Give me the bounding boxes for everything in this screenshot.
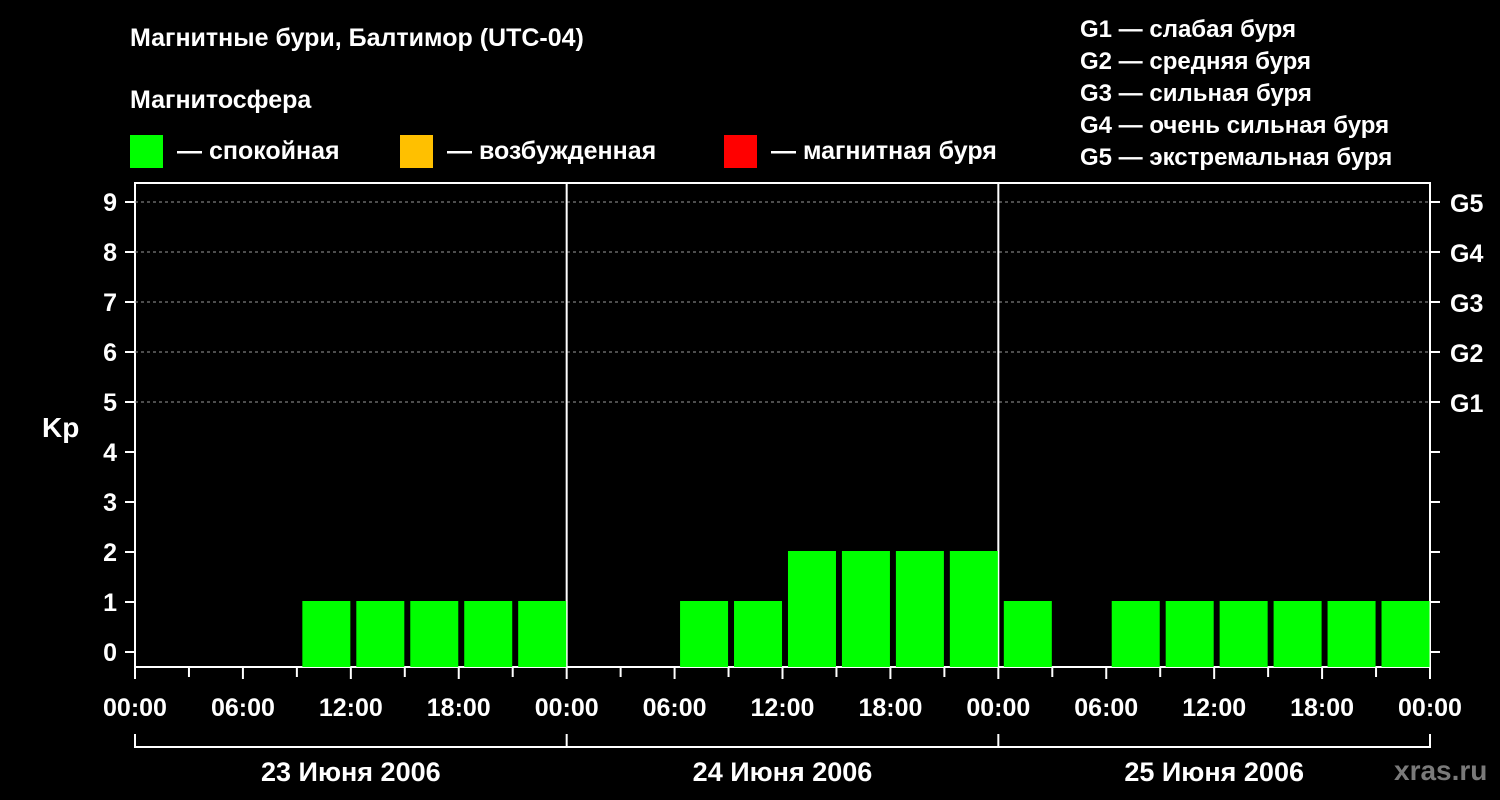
kp-bar bbox=[356, 601, 405, 667]
y-tick-label: 8 bbox=[103, 239, 117, 267]
y-tick-label: 4 bbox=[103, 439, 117, 467]
kp-bar bbox=[1327, 601, 1376, 667]
kp-bar bbox=[680, 601, 729, 667]
x-tick-label: 18:00 bbox=[1290, 694, 1354, 722]
kp-bar bbox=[1165, 601, 1214, 667]
g-level-label: G1 bbox=[1450, 390, 1483, 418]
x-tick-label: 00:00 bbox=[966, 694, 1030, 722]
plot-frame bbox=[134, 182, 1431, 668]
y-tick-label: 9 bbox=[103, 189, 117, 217]
g-level-label: G2 bbox=[1450, 340, 1483, 368]
g-level-label: G4 bbox=[1450, 240, 1483, 268]
kp-bar bbox=[1381, 601, 1430, 667]
x-tick-label: 12:00 bbox=[1182, 694, 1246, 722]
y-tick-label: 7 bbox=[103, 289, 117, 317]
g-level-label: G5 bbox=[1450, 190, 1483, 218]
kp-bar bbox=[895, 551, 944, 667]
y-tick-label: 6 bbox=[103, 339, 117, 367]
g-level-label: G3 bbox=[1450, 290, 1483, 318]
kp-bar bbox=[787, 551, 836, 667]
kp-bar bbox=[1003, 601, 1052, 667]
kp-bar bbox=[302, 601, 351, 667]
kp-bar bbox=[841, 551, 890, 667]
day-label: 25 Июня 2006 bbox=[1124, 757, 1304, 787]
x-tick-label: 06:00 bbox=[211, 694, 275, 722]
y-tick-label: 5 bbox=[103, 389, 117, 417]
y-tick-label: 1 bbox=[103, 589, 117, 617]
watermark: xras.ru bbox=[1394, 755, 1488, 786]
x-tick-label: 00:00 bbox=[1398, 694, 1462, 722]
x-tick-label: 18:00 bbox=[427, 694, 491, 722]
kp-bar bbox=[518, 601, 567, 667]
kp-bar bbox=[1111, 601, 1160, 667]
y-tick-label: 0 bbox=[103, 639, 117, 667]
kp-bar bbox=[1219, 601, 1268, 667]
x-tick-label: 06:00 bbox=[643, 694, 707, 722]
kp-bar bbox=[410, 601, 459, 667]
x-tick-label: 00:00 bbox=[103, 694, 167, 722]
kp-bar bbox=[464, 601, 513, 667]
y-tick-label: 2 bbox=[103, 539, 117, 567]
day-label: 23 Июня 2006 bbox=[261, 757, 441, 787]
y-tick-label: 3 bbox=[103, 489, 117, 517]
kp-bar bbox=[949, 551, 998, 667]
x-tick-label: 12:00 bbox=[751, 694, 815, 722]
x-tick-label: 18:00 bbox=[858, 694, 922, 722]
day-label: 24 Июня 2006 bbox=[693, 757, 873, 787]
x-tick-label: 12:00 bbox=[319, 694, 383, 722]
x-tick-label: 06:00 bbox=[1074, 694, 1138, 722]
kp-chart: 0 1 2 3 4 5 6 7 8 9 G1 G2 G3 G4 G5 00:00 06:00 12:00 18:00… bbox=[103, 182, 1483, 787]
kp-bar bbox=[1273, 601, 1322, 667]
kp-bar bbox=[734, 601, 783, 667]
x-tick-label: 00:00 bbox=[535, 694, 599, 722]
